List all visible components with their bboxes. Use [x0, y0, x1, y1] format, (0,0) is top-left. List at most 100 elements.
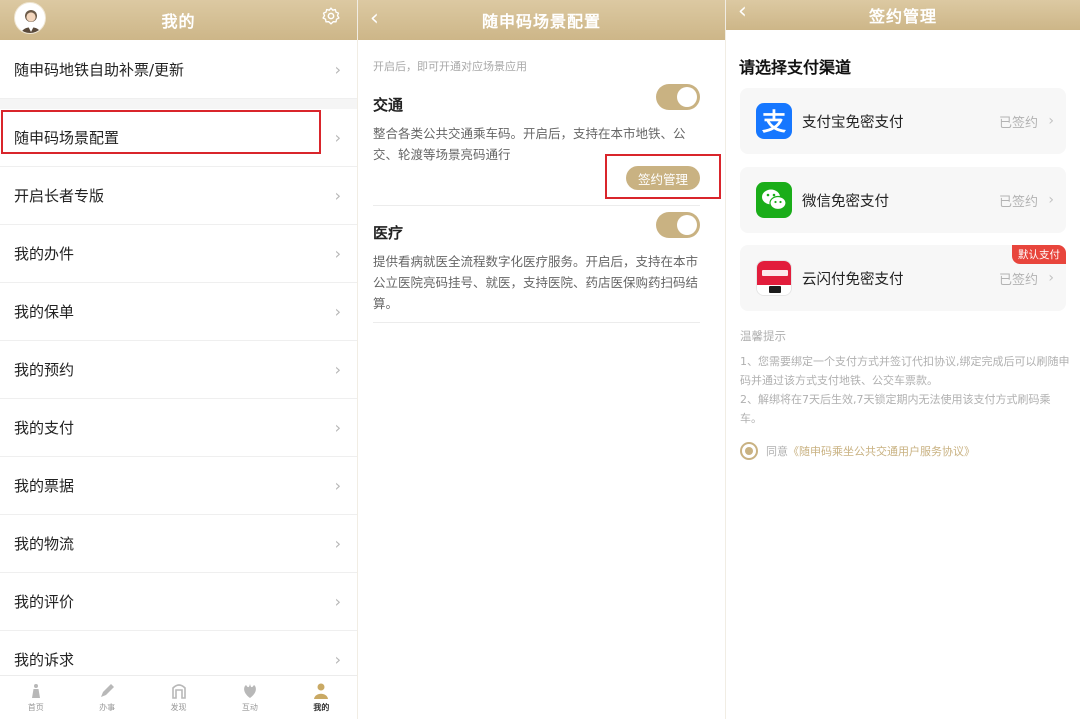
chevron-right-icon: ›: [334, 650, 341, 669]
tab-label: 发现: [170, 703, 187, 712]
tab-label: 我的: [313, 703, 330, 712]
menu-item-elder-mode[interactable]: 开启长者专版 ›: [0, 167, 357, 225]
menu-item-label: 我的保单: [14, 303, 75, 321]
chevron-right-icon: ›: [334, 418, 341, 437]
payment-channel-unionpay[interactable]: 云闪付免密支付 已签约 › 默认支付: [740, 245, 1066, 311]
gear-icon[interactable]: [321, 6, 341, 26]
agree-prefix: 同意: [766, 445, 788, 458]
user-icon: [314, 683, 329, 699]
menu-item-my-logistics[interactable]: 我的物流 ›: [0, 515, 357, 573]
unionpay-icon: [756, 260, 792, 296]
status-badge: 已签约: [998, 194, 1038, 210]
tab-label: 互动: [241, 703, 258, 712]
top-bar: 我的: [0, 0, 357, 40]
default-payment-badge: 默认支付: [1012, 245, 1066, 264]
tip-line: 1、您需要绑定一个支付方式并签订代扣协议,绑定完成后可以刷随申码并通过该方式支付…: [740, 355, 1070, 387]
section-gap: [0, 99, 357, 109]
menu-item-my-payments[interactable]: 我的支付 ›: [0, 399, 357, 457]
menu-item-label: 我的办件: [14, 245, 75, 263]
highlight-box: [605, 154, 721, 199]
status-badge: 已签约: [998, 272, 1038, 288]
channel-name: 支付宝免密支付: [802, 114, 904, 131]
page-title: 签约管理: [868, 7, 937, 26]
menu-item-scene-config[interactable]: 随申码场景配置 ›: [0, 109, 357, 167]
toggle-knob: [677, 215, 697, 235]
top-bar: ‹ 签约管理: [726, 0, 1080, 30]
chevron-right-icon: ›: [334, 476, 341, 495]
highlight-box: [1, 110, 321, 154]
page-title: 随申码场景配置: [481, 12, 601, 31]
chevron-right-icon: ›: [334, 128, 341, 147]
chevron-right-icon: ›: [334, 60, 341, 79]
wechat-icon: [756, 182, 792, 218]
menu-item-label: 我的诉求: [14, 651, 75, 669]
menu-item-my-reviews[interactable]: 我的评价 ›: [0, 573, 357, 631]
tab-mine[interactable]: 我的: [286, 676, 357, 719]
tab-home[interactable]: 首页: [0, 676, 71, 719]
divider: [373, 322, 700, 323]
channel-name: 云闪付免密支付: [802, 271, 904, 288]
channel-name: 微信免密支付: [802, 193, 889, 210]
menu-item-my-cases[interactable]: 我的办件 ›: [0, 225, 357, 283]
payment-channel-wechat[interactable]: 微信免密支付 已签约 ›: [740, 167, 1066, 233]
agree-radio[interactable]: [740, 442, 758, 460]
chevron-right-icon: ›: [334, 186, 341, 205]
profile-panel: 我的 随申码地铁自助补票/更新 › 随申码场景配置 › 开启长者专版 › 我的办…: [0, 0, 357, 719]
scene-title: 交通: [373, 96, 404, 114]
menu-item-label: 我的评价: [14, 593, 75, 611]
divider: [373, 205, 700, 206]
chevron-right-icon: ›: [334, 592, 341, 611]
bottom-tab-bar: 首页 办事 发现 互动 我的: [0, 675, 357, 719]
agreement-row[interactable]: 同意 《随申码乘坐公共交通用户服务协议》: [740, 442, 975, 460]
chevron-right-icon: ›: [334, 244, 341, 263]
pen-icon: [101, 684, 115, 697]
menu-item-label: 开启长者专版: [14, 187, 105, 205]
radio-dot: [745, 447, 753, 455]
tab-label: 办事: [99, 703, 116, 712]
status-badge: 已签约: [998, 115, 1038, 131]
chevron-right-icon: ›: [1048, 113, 1054, 129]
menu-item-label: 我的支付: [14, 419, 75, 437]
tab-services[interactable]: 办事: [71, 676, 142, 719]
agreement-link[interactable]: 《随申码乘坐公共交通用户服务协议》: [788, 443, 975, 459]
menu-item-my-receipts[interactable]: 我的票据 ›: [0, 457, 357, 515]
scene-config-panel: ‹ 随申码场景配置 开启后，即可开通对应场景应用 交通 整合各类公共交通乘车码。…: [357, 0, 725, 719]
transport-toggle[interactable]: [656, 84, 700, 110]
medical-toggle[interactable]: [656, 212, 700, 238]
interact-icon: [244, 684, 256, 698]
page-title: 我的: [161, 12, 196, 31]
back-arrow-icon[interactable]: ‹: [370, 7, 379, 31]
chevron-right-icon: ›: [334, 534, 341, 553]
tab-label: 首页: [27, 703, 44, 712]
scene-description: 提供看病就医全流程数字化医疗服务。开启后，支持在本市公立医院亮码挂号、就医，支持…: [373, 254, 699, 311]
section-heading: 请选择支付渠道: [739, 58, 852, 77]
tab-interact[interactable]: 互动: [214, 676, 285, 719]
tips-title: 温馨提示: [740, 329, 786, 343]
payment-channel-alipay[interactable]: 支 支付宝免密支付 已签约 ›: [740, 88, 1066, 154]
menu-item-metro-ticket[interactable]: 随申码地铁自助补票/更新 ›: [0, 41, 357, 99]
tips-text: 1、您需要绑定一个支付方式并签订代扣协议,绑定完成后可以刷随申码并通过该方式支付…: [740, 352, 1070, 428]
alipay-icon: 支: [756, 103, 792, 139]
menu-item-label: 我的预约: [14, 361, 75, 379]
chevron-right-icon: ›: [1048, 270, 1054, 286]
menu-item-label: 我的票据: [14, 477, 75, 495]
tip-line: 2、解绑将在7天后生效,7天锁定期内无法使用该支付方式刷码乘车。: [740, 393, 1051, 425]
chevron-right-icon: ›: [334, 360, 341, 379]
menu-item-my-policies[interactable]: 我的保单 ›: [0, 283, 357, 341]
chevron-right-icon: ›: [1048, 192, 1054, 208]
scene-title: 医疗: [373, 224, 404, 242]
tab-discover[interactable]: 发现: [143, 676, 214, 719]
hint-text: 开启后，即可开通对应场景应用: [373, 60, 527, 73]
home-icon: [31, 684, 40, 698]
svg-text:支: 支: [762, 108, 787, 136]
menu-item-my-appointments[interactable]: 我的预约 ›: [0, 341, 357, 399]
discover-icon: [171, 684, 186, 699]
chevron-right-icon: ›: [334, 302, 341, 321]
scene-medical: 医疗 提供看病就医全流程数字化医疗服务。开启后，支持在本市公立医院亮码挂号、就医…: [373, 212, 700, 314]
avatar-person-icon: [21, 10, 41, 33]
menu-item-label: 我的物流: [14, 535, 75, 553]
top-bar: ‹ 随申码场景配置: [358, 0, 725, 40]
toggle-knob: [677, 87, 697, 107]
back-arrow-icon[interactable]: ‹: [738, 0, 747, 24]
avatar[interactable]: [14, 2, 46, 34]
